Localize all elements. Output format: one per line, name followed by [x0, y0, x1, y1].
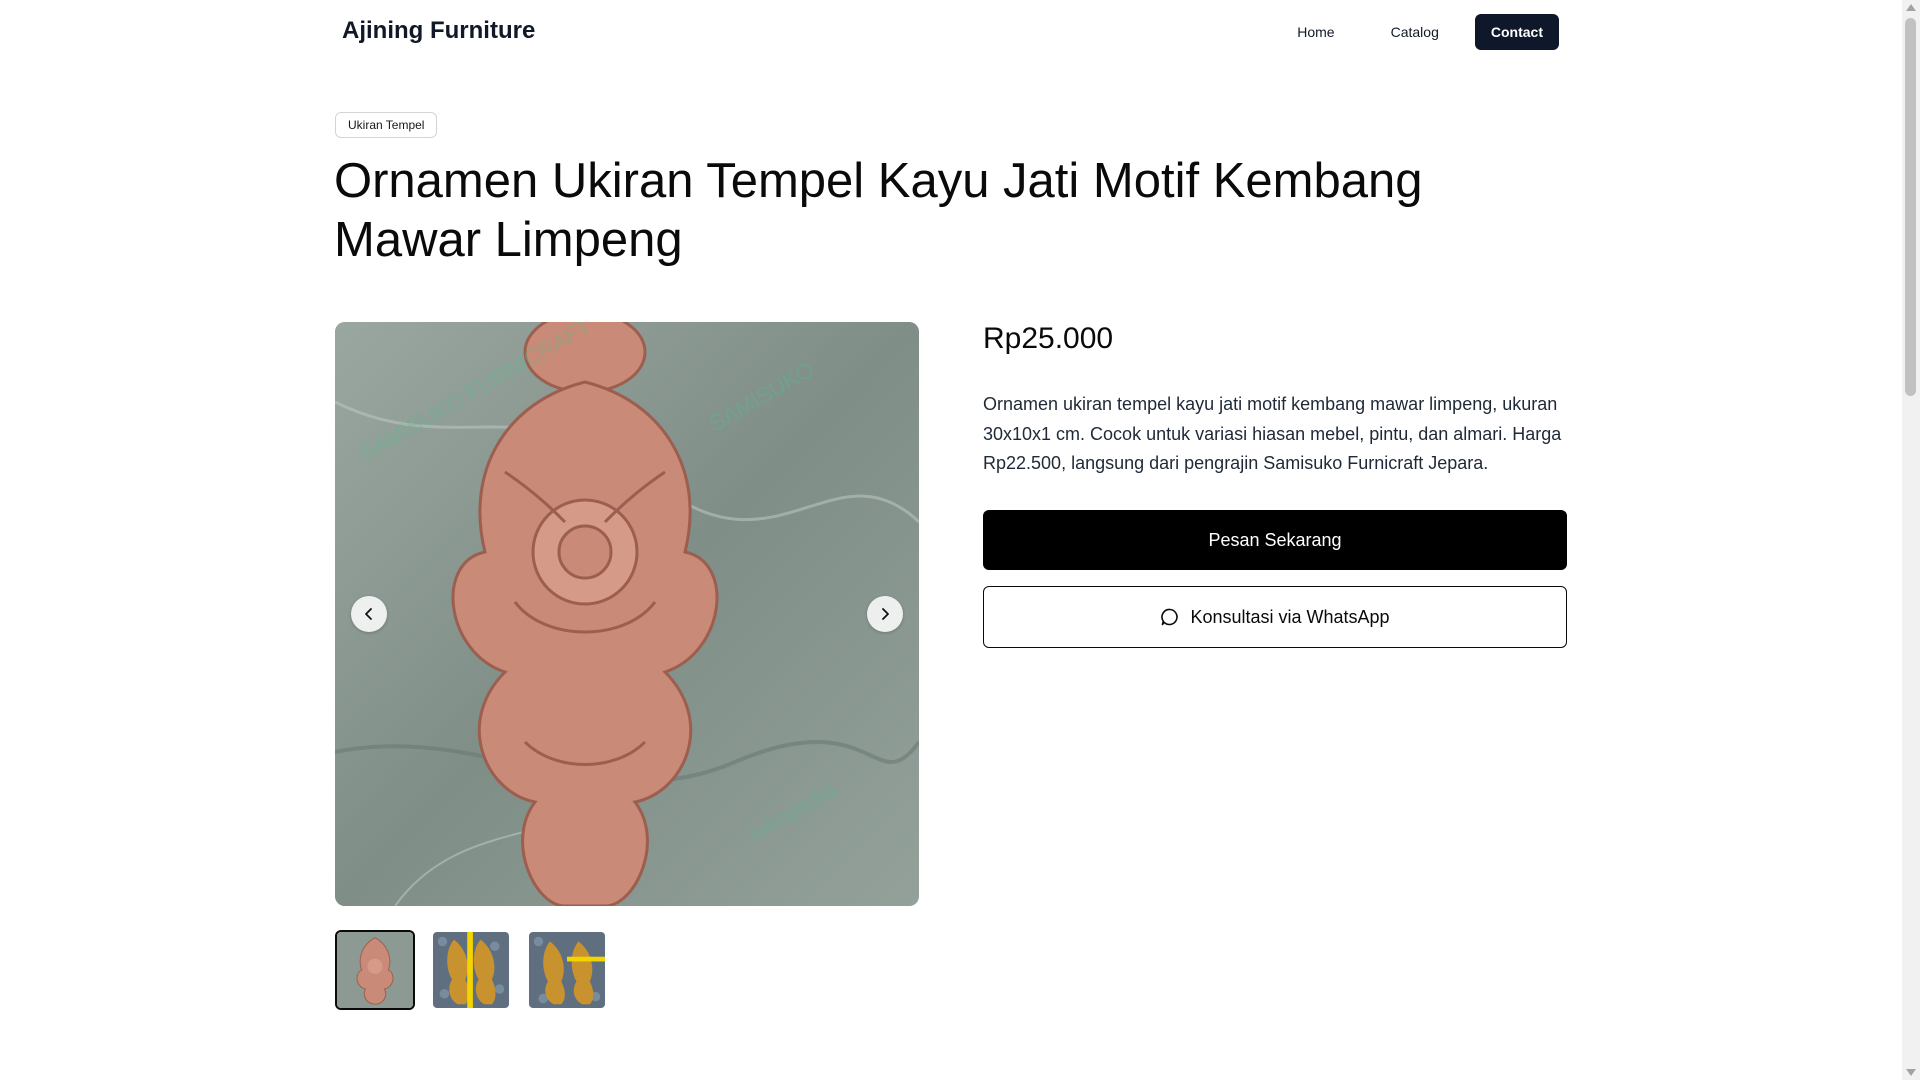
nav-home-link[interactable]: Home [1269, 14, 1362, 50]
scroll-down-arrow[interactable] [1906, 1069, 1916, 1076]
thumbnail-image [433, 932, 509, 1008]
thumbnail-2[interactable] [431, 930, 511, 1010]
whatsapp-consult-button[interactable]: Konsultasi via WhatsApp [983, 586, 1567, 648]
chevron-right-icon [882, 608, 889, 620]
site-header: Ajining Furniture Home Catalog Contact [0, 0, 1902, 64]
product-description: Ornamen ukiran tempel kayu jati motif ke… [983, 394, 1562, 473]
thumbnail-1[interactable] [335, 930, 415, 1010]
scroll-thumb[interactable] [1905, 18, 1916, 396]
order-now-button[interactable]: Pesan Sekarang [983, 510, 1567, 570]
thumbnail-strip [335, 930, 607, 1010]
page-scrollbar[interactable] [1902, 0, 1920, 1080]
carousel-prev-button[interactable] [351, 596, 387, 632]
product-title: Ornamen Ukiran Tempel Kayu Jati Motif Ke… [334, 154, 1423, 267]
category-badge[interactable]: Ukiran Tempel [335, 112, 438, 138]
nav-catalog-link[interactable]: Catalog [1363, 14, 1467, 50]
order-now-label: Pesan Sekarang [1208, 529, 1342, 550]
product-image-carousel: tokopedia SAMISUKO FURNICRAFT SAMISUKO [335, 322, 919, 906]
product-price: Rp25.000 [983, 322, 1114, 355]
carousel-next-button[interactable] [867, 596, 903, 632]
chevron-left-icon [365, 608, 372, 620]
thumbnail-image [337, 932, 413, 1008]
thumbnail-3[interactable] [527, 930, 607, 1010]
chat-bubble-icon [1161, 608, 1179, 626]
thumbnail-image [529, 932, 605, 1008]
scroll-up-arrow[interactable] [1906, 4, 1916, 11]
brand-logo[interactable]: Ajining Furniture [342, 17, 535, 45]
product-main-image: tokopedia SAMISUKO FURNICRAFT SAMISUKO [335, 322, 919, 906]
main-nav: Home Catalog Contact [1269, 14, 1559, 50]
nav-contact-button[interactable]: Contact [1474, 14, 1559, 50]
whatsapp-consult-label: Konsultasi via WhatsApp [1190, 606, 1390, 627]
